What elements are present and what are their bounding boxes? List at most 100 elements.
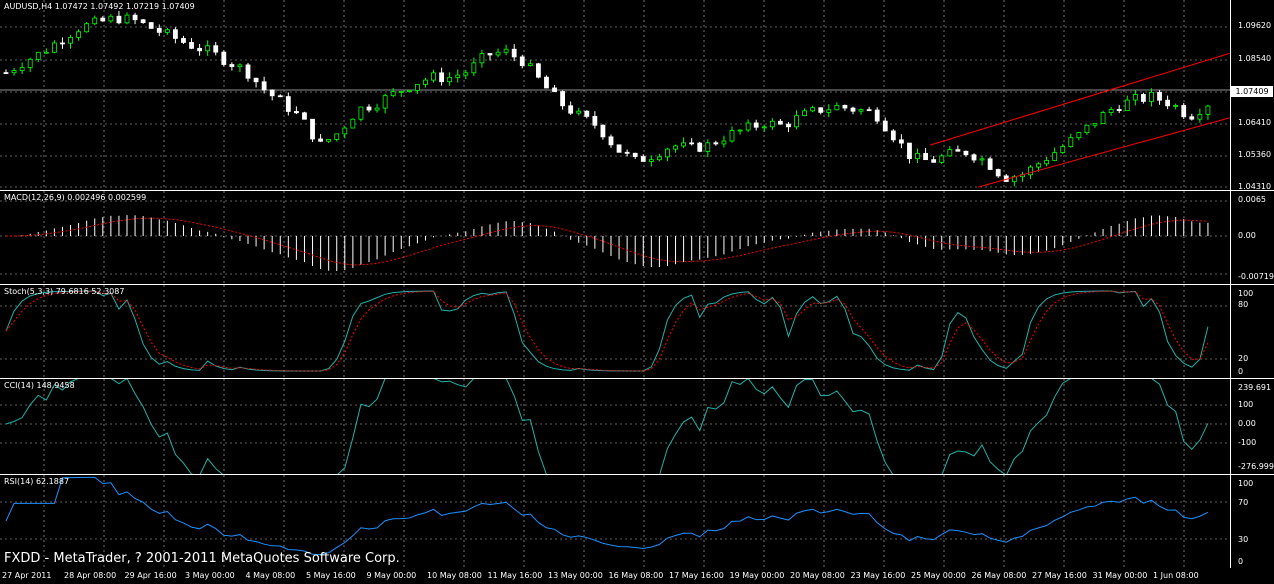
candle-body: [592, 115, 598, 126]
candle-body: [657, 156, 662, 161]
candle-body: [931, 159, 937, 163]
candle-body: [850, 107, 856, 112]
price-level: 1.06410: [1238, 118, 1272, 127]
candle-body: [955, 149, 961, 152]
candle-body: [552, 87, 557, 92]
stoch-level: 0: [1238, 367, 1244, 376]
candle-body: [406, 89, 412, 92]
candle-body: [511, 48, 517, 58]
time-label: 4 May 08:00: [245, 571, 296, 580]
cci-indicator: [0, 379, 1230, 474]
candle-body: [705, 142, 711, 152]
time-label: 17 May 16:00: [669, 571, 724, 580]
candle-body: [221, 51, 227, 65]
candle-body: [253, 77, 259, 83]
current-price-marker: 1.07409: [1231, 86, 1273, 97]
time-label: 25 May 00:00: [911, 571, 966, 580]
candle-body: [326, 139, 332, 142]
candle-body: [1197, 114, 1203, 120]
candle-body: [665, 148, 670, 158]
candle-body: [350, 118, 356, 129]
candle-body: [366, 106, 372, 111]
candle-body: [503, 48, 509, 53]
stochastic-indicator: [0, 285, 1230, 378]
candle-body: [447, 77, 453, 83]
cci-pane[interactable]: CCI(14) 148.9458: [0, 379, 1231, 474]
candle-body: [269, 89, 275, 97]
candle-body: [899, 139, 904, 144]
candle-body: [52, 42, 57, 53]
candle-body: [487, 53, 493, 56]
price-level: 1.04310: [1238, 182, 1272, 191]
candle-body: [826, 109, 832, 113]
candle-body: [786, 123, 791, 128]
candle-body: [681, 142, 686, 147]
candle-body: [947, 149, 953, 157]
time-label: 27 Apr 2011: [2, 571, 52, 580]
candle-body: [963, 150, 969, 156]
macd-level: -0.00719: [1238, 272, 1274, 281]
rsi-level: 100: [1238, 479, 1254, 488]
candle-body: [285, 96, 291, 112]
candle-body: [471, 62, 477, 74]
candle-body: [890, 130, 896, 141]
copyright-watermark: FXDD - MetaTrader, ? 2001-2011 MetaQuote…: [4, 551, 400, 566]
stoch-pane[interactable]: Stoch(5,3,3) 79.6816 52.3087: [0, 285, 1231, 378]
candle-body: [1092, 123, 1098, 126]
candle-body: [116, 15, 122, 24]
candle-body: [1076, 132, 1082, 139]
candle-body: [374, 107, 380, 111]
candle-body: [1060, 146, 1066, 153]
candle-body: [995, 169, 1001, 177]
candle-body: [761, 126, 767, 129]
candle-body: [527, 63, 533, 66]
candle-body: [858, 109, 864, 112]
candle-body: [1116, 109, 1122, 112]
candle-body: [1036, 163, 1041, 168]
candle-body: [1132, 94, 1138, 101]
candle-body: [205, 45, 211, 52]
candle-body: [310, 118, 315, 140]
candle-body: [576, 110, 582, 114]
candle-body: [794, 115, 799, 128]
stoch-label: Stoch(5,3,3) 79.6816 52.3087: [4, 287, 125, 296]
candle-body: [156, 28, 162, 33]
cci-line: [5, 379, 1209, 474]
candle-body: [971, 154, 977, 161]
candle-body: [1173, 105, 1179, 107]
candle-body: [76, 31, 81, 38]
stoch-level: 100: [1238, 289, 1254, 298]
time-label: 29 Apr 16:00: [124, 571, 177, 580]
time-label: 3 May 00:00: [185, 571, 235, 580]
macd-indicator: [0, 191, 1230, 284]
cci-label: CCI(14) 148.9458: [4, 381, 75, 390]
time-label: 27 May 16:00: [1032, 571, 1087, 580]
candle-body: [713, 142, 719, 145]
price-chart[interactable]: [0, 0, 1230, 190]
candle-body: [1149, 91, 1154, 102]
candle-body: [729, 130, 735, 142]
candle-body: [519, 56, 525, 66]
candle-body: [479, 53, 485, 64]
candle-body: [1157, 91, 1162, 101]
candle-body: [245, 64, 251, 79]
candle-body: [778, 120, 783, 125]
rsi-level: 0: [1238, 557, 1244, 566]
candle-body: [229, 64, 235, 67]
candle-body: [745, 122, 751, 131]
candle-body: [398, 91, 404, 93]
candle-body: [1205, 105, 1211, 115]
candle-body: [84, 23, 90, 33]
time-label: 11 May 16:00: [487, 571, 543, 580]
candle-body: [874, 109, 880, 122]
candle-body: [495, 51, 501, 56]
candle-body: [35, 51, 41, 60]
candle-body: [1052, 152, 1058, 161]
candle-body: [414, 84, 420, 91]
price-chart-pane[interactable]: AUDUSD,H4 1.07472 1.07492 1.07219 1.0740…: [0, 0, 1231, 190]
time-label: 10 May 08:00: [427, 571, 482, 580]
candle-body: [689, 142, 695, 145]
macd-pane[interactable]: MACD(12,26,9) 0.002496 0.002599: [0, 191, 1231, 284]
candle-body: [818, 107, 824, 113]
candle-body: [802, 110, 807, 117]
